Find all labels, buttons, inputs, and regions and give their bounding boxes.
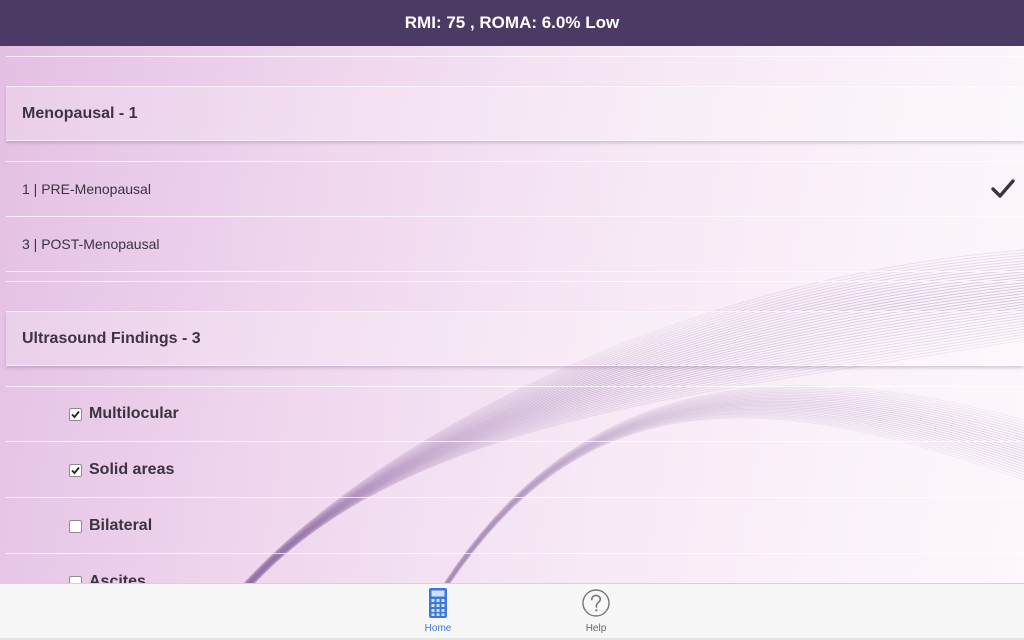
finding-label: Solid areas (89, 461, 175, 478)
app-screen: RMI: 75 , ROMA: 6.0% Low Menopausal - 1 … (0, 0, 1024, 640)
bilateral-checkbox[interactable] (69, 519, 82, 533)
finding-solid-areas[interactable]: Solid areas (6, 443, 1024, 498)
divider (6, 281, 1024, 282)
checkbox-check-icon (71, 466, 80, 474)
result-header: RMI: 75 , ROMA: 6.0% Low (0, 0, 1024, 46)
menopausal-section-title: Menopausal - 1 (22, 104, 138, 122)
option-label: 1 | PRE-Menopausal (22, 181, 151, 197)
finding-multilocular[interactable]: Multilocular (6, 387, 1024, 442)
option-post-menopausal[interactable]: 3 | POST-Menopausal (6, 217, 1024, 272)
tab-help[interactable]: Help (556, 584, 636, 634)
question-circle-icon (582, 589, 610, 617)
finding-label: Ascites (89, 573, 146, 583)
tab-help-label: Help (585, 623, 607, 634)
option-pre-menopausal[interactable]: 1 | PRE-Menopausal (6, 162, 1024, 217)
checkbox-check-icon (71, 410, 80, 418)
form-content[interactable]: Menopausal - 1 1 | PRE-Menopausal 3 | PO… (0, 46, 1024, 583)
solid-areas-checkbox[interactable] (69, 463, 82, 477)
divider (6, 56, 1024, 57)
bottom-tab-bar: Home Help (0, 583, 1024, 640)
menopausal-section-header: Menopausal - 1 (6, 86, 1024, 141)
finding-ascites[interactable]: Ascites (6, 555, 1024, 583)
finding-label: Multilocular (89, 405, 179, 422)
ultrasound-section-title: Ultrasound Findings - 3 (22, 329, 201, 347)
finding-bilateral[interactable]: Bilateral (6, 499, 1024, 554)
checkmark-icon (991, 179, 1015, 198)
multilocular-checkbox[interactable] (69, 407, 82, 421)
finding-label: Bilateral (89, 517, 153, 534)
ultrasound-section-header: Ultrasound Findings - 3 (6, 311, 1024, 366)
calculator-icon (429, 588, 447, 618)
option-label: 3 | POST-Menopausal (22, 236, 160, 252)
result-summary: RMI: 75 , ROMA: 6.0% Low (404, 13, 620, 32)
ascites-checkbox[interactable] (69, 575, 82, 583)
tab-home[interactable]: Home (398, 584, 478, 634)
tab-home-label: Home (424, 623, 452, 634)
